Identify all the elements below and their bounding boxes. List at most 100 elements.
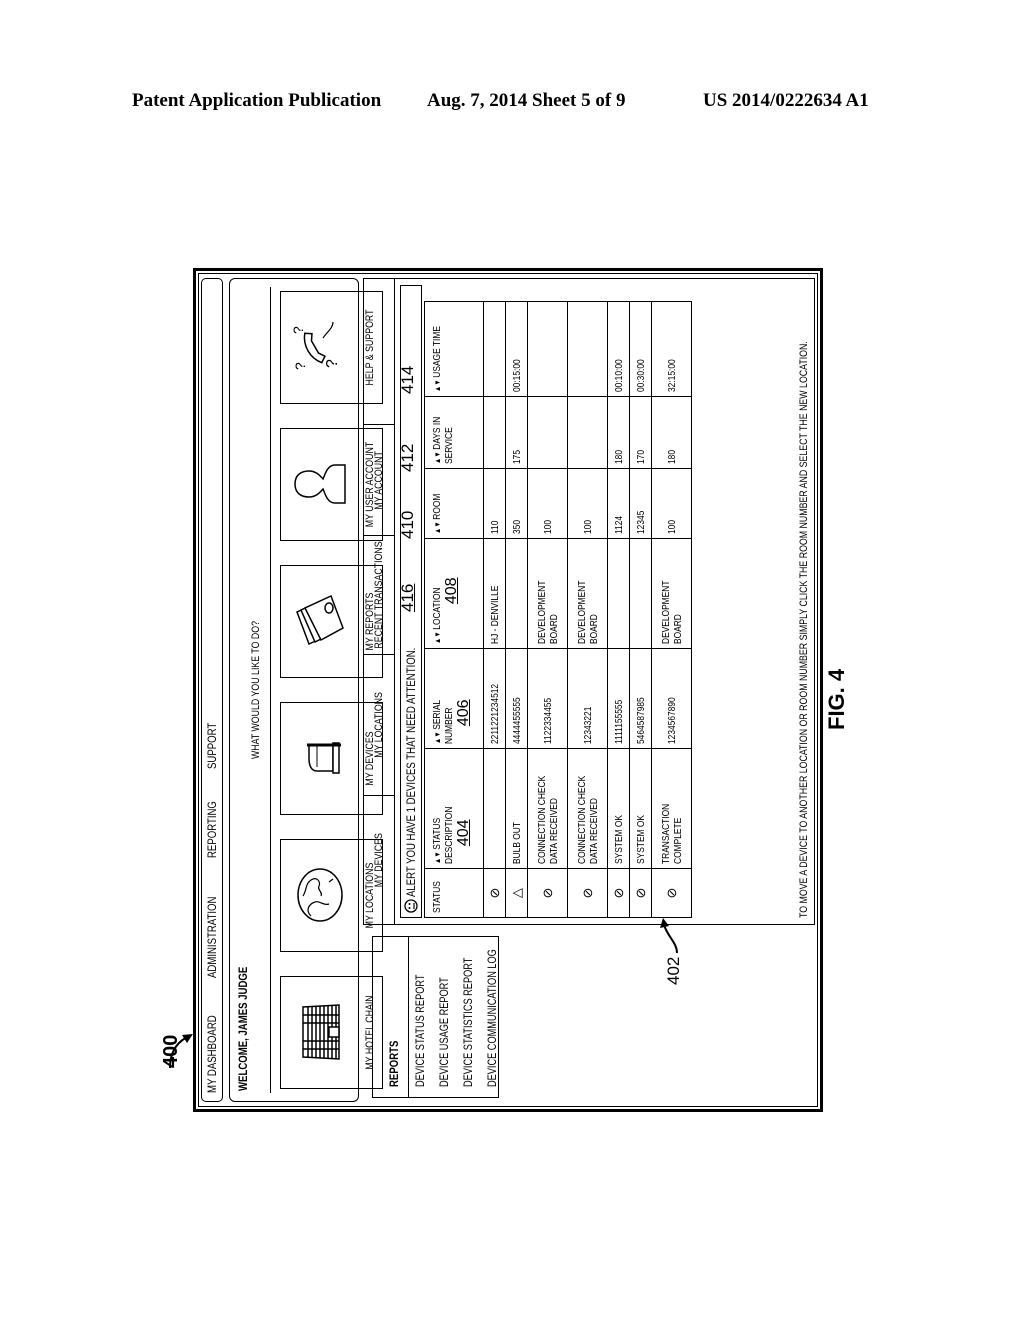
serial-number-cell: 4444455555 bbox=[505, 648, 528, 749]
room-cell-text: 100 bbox=[541, 520, 554, 535]
report-device-status[interactable]: DEVICE STATUS REPORT bbox=[409, 937, 433, 1097]
status-description-cell: BULB OUT bbox=[505, 748, 528, 869]
welcome-panel: WELCOME, JAMES JUDGE WHAT WOULD YOU LIKE… bbox=[229, 278, 383, 1102]
report-label: DEVICE STATUS REPORT bbox=[415, 974, 427, 1087]
location-cell[interactable]: DEVELOPMENT BOARD bbox=[651, 538, 692, 649]
reports-title-text: REPORTS bbox=[387, 1040, 401, 1087]
room-cell-text: 12345 bbox=[634, 510, 647, 535]
globe-icon bbox=[297, 868, 343, 922]
status-ok-icon: ⊘ bbox=[610, 887, 626, 899]
report-device-communication-log[interactable]: DEVICE COMMUNICATION LOG bbox=[481, 937, 505, 1097]
status-description-cell: SYSTEM OK bbox=[629, 748, 652, 869]
tab-label: MY ACCOUNT bbox=[373, 450, 385, 510]
nav-reporting[interactable]: REPORTING bbox=[205, 801, 219, 858]
location-cell[interactable] bbox=[607, 538, 630, 649]
sort-icon: ▲▼ bbox=[433, 379, 442, 393]
serial-number-cell: 2211221234512 bbox=[483, 648, 506, 749]
room-cell[interactable]: 100 bbox=[651, 468, 692, 539]
serial-number-cell-text: 1234567890 bbox=[665, 697, 678, 745]
svg-text:?: ? bbox=[292, 362, 308, 370]
table-header-row: STATUS ▲▼STATUS DESCRIPTION 404 ▲▼SERIAL … bbox=[424, 301, 484, 918]
nav-my-dashboard[interactable]: MY DASHBOARD bbox=[205, 1015, 219, 1093]
location-cell[interactable]: DEVELOPMENT BOARD bbox=[567, 538, 608, 649]
reports-stack-icon bbox=[296, 594, 344, 646]
serial-number-cell-text: 2211221234512 bbox=[488, 684, 501, 745]
tab-my-locations[interactable]: MY LOCATIONS bbox=[364, 654, 394, 795]
usage-time-cell bbox=[527, 301, 568, 397]
room-cell[interactable]: 12345 bbox=[629, 468, 652, 539]
status-ok-icon: ⊘ bbox=[539, 887, 555, 899]
ref-408: 408 bbox=[443, 577, 460, 605]
location-cell[interactable]: HJ - DENVILLE bbox=[483, 538, 506, 649]
location-cell-text: DEVELOPMENT BOARD bbox=[535, 580, 560, 645]
room-cell[interactable]: 1124 bbox=[607, 468, 630, 539]
col-room[interactable]: ▲▼ROOM bbox=[424, 468, 484, 539]
table-row: ⊘ SYSTEM OK 5464587985 12345 170 00:30:00 bbox=[629, 301, 652, 918]
usage-time-cell-text: 00:30:00 bbox=[634, 359, 647, 393]
reports-panel: REPORTS DEVICE STATUS REPORT DEVICE USAG… bbox=[372, 936, 499, 1098]
col-label: LOCATION bbox=[431, 587, 443, 630]
days-in-service-cell bbox=[483, 396, 506, 469]
report-device-usage[interactable]: DEVICE USAGE REPORT bbox=[433, 937, 457, 1097]
nav-support[interactable]: SUPPORT bbox=[205, 723, 219, 769]
sort-icon: ▲▼ bbox=[433, 521, 442, 535]
usage-time-cell-text: 00:10:00 bbox=[612, 359, 625, 393]
top-nav: MY DASHBOARD ADMINISTRATION REPORTING SU… bbox=[201, 278, 223, 1102]
tab-my-account[interactable]: MY ACCOUNT bbox=[364, 424, 394, 535]
room-cell[interactable]: 100 bbox=[567, 468, 608, 539]
status-description-cell bbox=[483, 748, 506, 869]
devices-panel: MY DEVICES MY LOCATIONS RECENT TRANSACTI… bbox=[363, 278, 815, 925]
usage-time-cell-text: 32:15:00 bbox=[665, 359, 678, 393]
location-cell[interactable] bbox=[629, 538, 652, 649]
sort-icon: ▲▼ bbox=[433, 731, 442, 745]
col-status-description[interactable]: ▲▼STATUS DESCRIPTION 404 bbox=[424, 748, 484, 869]
room-cell-text: 1124 bbox=[612, 516, 625, 535]
publication-title: Patent Application Publication bbox=[132, 90, 382, 111]
svg-text:?: ? bbox=[290, 326, 306, 334]
col-location[interactable]: ▲▼LOCATION 408 bbox=[424, 538, 484, 649]
report-label: DEVICE USAGE REPORT bbox=[439, 977, 451, 1087]
nav-administration[interactable]: ADMINISTRATION bbox=[205, 896, 219, 977]
col-days-in-service[interactable]: ▲▼DAYS IN SERVICE bbox=[424, 396, 484, 469]
tab-recent-transactions[interactable]: RECENT TRANSACTIONS bbox=[364, 535, 394, 654]
tab-label: RECENT TRANSACTIONS bbox=[373, 541, 385, 649]
report-device-statistics[interactable]: DEVICE STATISTICS REPORT bbox=[457, 937, 481, 1097]
user-silhouette-icon bbox=[294, 464, 346, 504]
status-description-cell-text: BULB OUT bbox=[510, 822, 523, 865]
col-status: STATUS bbox=[424, 868, 484, 918]
sort-icon: ▲▼ bbox=[433, 631, 442, 645]
status-ok-icon: ⊘ bbox=[579, 887, 595, 899]
figure-label: FIG. 4 bbox=[824, 668, 849, 730]
welcome-question: WHAT WOULD YOU LIKE TO DO? bbox=[250, 620, 262, 760]
report-label: DEVICE COMMUNICATION LOG bbox=[487, 949, 499, 1087]
status-ok-icon: ⊘ bbox=[486, 887, 502, 899]
report-label: DEVICE STATISTICS REPORT bbox=[463, 957, 475, 1087]
serial-number-cell-text: 12343221 bbox=[581, 706, 594, 745]
col-label: USAGE TIME bbox=[431, 326, 443, 378]
days-in-service-cell: 180 bbox=[607, 396, 630, 469]
room-cell[interactable]: 110 bbox=[483, 468, 506, 539]
serial-number-cell: 1234567890 bbox=[651, 648, 692, 749]
serial-number-cell-text: 5464587985 bbox=[634, 697, 647, 745]
serial-number-cell: 5464587985 bbox=[629, 648, 652, 749]
days-in-service-cell: 175 bbox=[505, 396, 528, 469]
telephone-question-icon: ? ? ? bbox=[290, 321, 341, 370]
location-cell[interactable] bbox=[505, 538, 528, 649]
room-cell-text: 110 bbox=[488, 520, 501, 535]
status-description-cell-text: SYSTEM OK bbox=[612, 815, 625, 865]
tab-my-devices[interactable]: MY DEVICES bbox=[364, 795, 394, 924]
ref-406: 406 bbox=[455, 699, 472, 727]
col-usage-time[interactable]: ▲▼USAGE TIME bbox=[424, 301, 484, 397]
days-in-service-cell-text: 170 bbox=[634, 450, 647, 465]
days-in-service-cell bbox=[567, 396, 608, 469]
room-cell[interactable]: 350 bbox=[505, 468, 528, 539]
hotel-building-icon bbox=[302, 1004, 340, 1060]
location-cell[interactable]: DEVELOPMENT BOARD bbox=[527, 538, 568, 649]
days-in-service-cell: 170 bbox=[629, 396, 652, 469]
room-cell[interactable]: 100 bbox=[527, 468, 568, 539]
divider bbox=[270, 287, 271, 1093]
tile-my-hotel-chain[interactable]: MY HOTEL CHAIN bbox=[280, 976, 383, 1089]
col-serial-number[interactable]: ▲▼SERIAL NUMBER 406 bbox=[424, 648, 484, 749]
status-cell: ⊘ bbox=[651, 868, 692, 918]
device-icon bbox=[307, 742, 341, 774]
